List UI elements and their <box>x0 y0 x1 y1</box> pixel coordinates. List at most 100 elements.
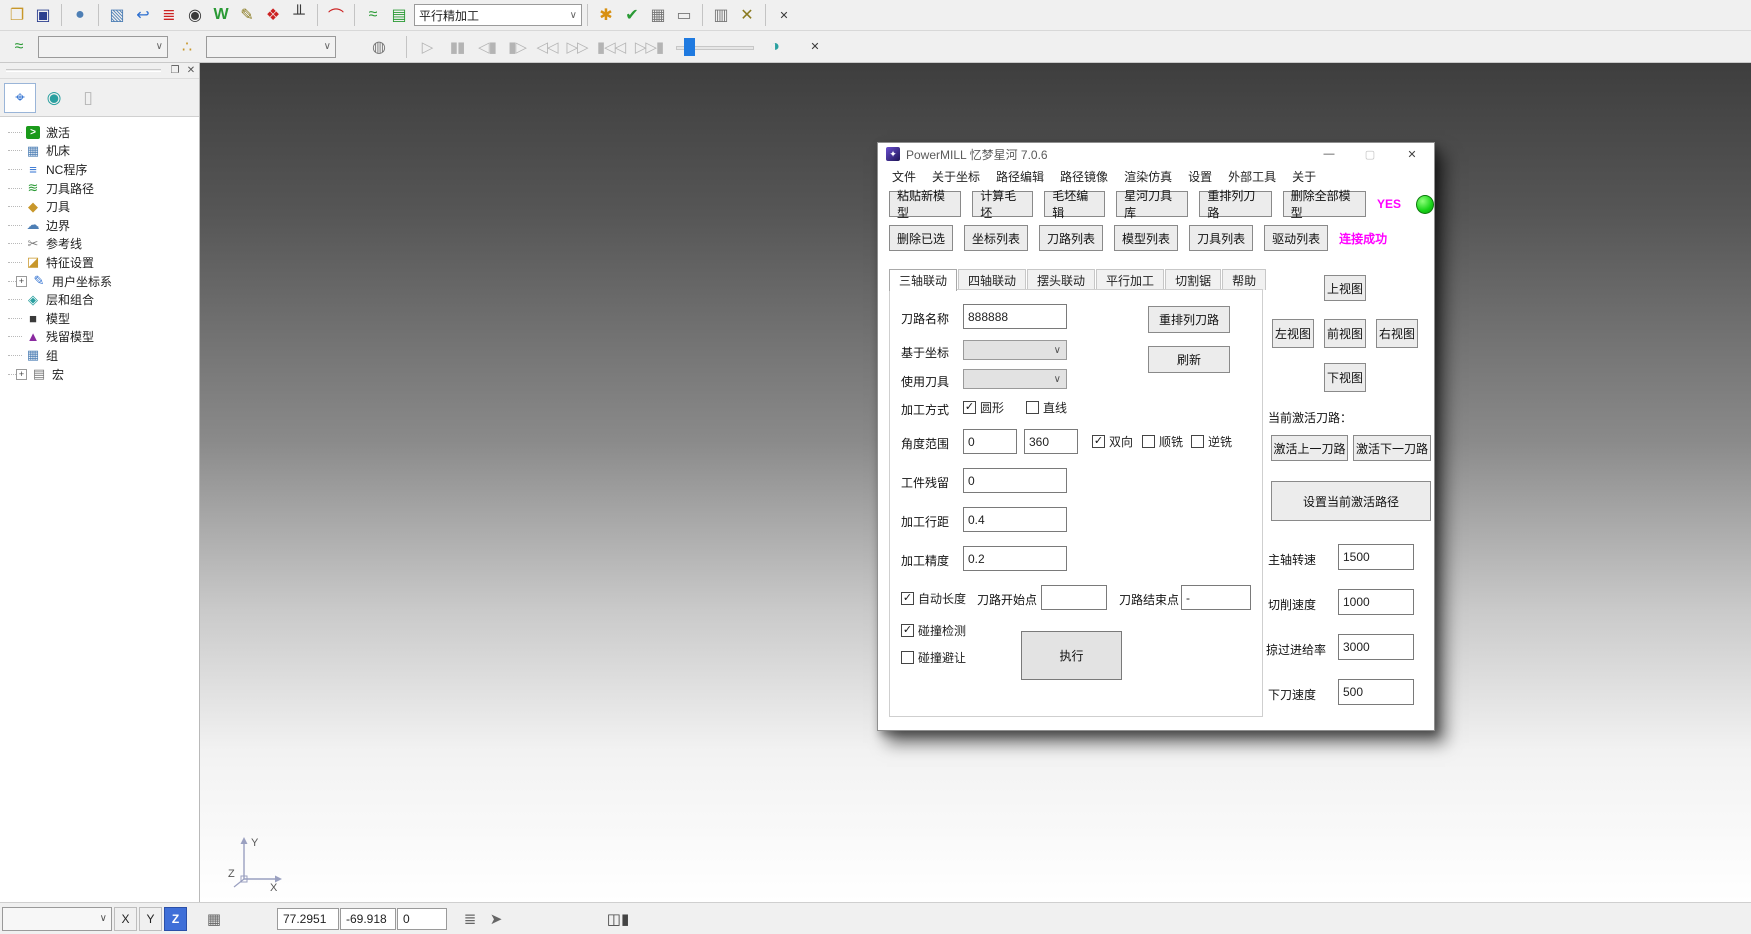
minimize-button[interactable]: — <box>1314 143 1344 165</box>
angle-from-input[interactable]: 0 <box>963 429 1017 454</box>
tab-4axis[interactable]: 四轴联动 <box>958 269 1026 290</box>
menu-about-coords[interactable]: 关于坐标 <box>924 168 988 185</box>
fast-forward-icon[interactable]: ▷▷ <box>562 34 592 60</box>
maximize-button[interactable]: ▢ <box>1355 143 1385 165</box>
transform-swap-icon[interactable]: ✕ <box>734 2 760 28</box>
measure-ruler-icon[interactable]: ▭ <box>671 2 697 28</box>
float-panel-icon[interactable]: ❐ <box>167 65 183 76</box>
dialog-titlebar[interactable]: ✦ PowerMILL 忆梦星河 7.0.6 — ▢ ✕ <box>878 143 1434 165</box>
panel-toggle-icon[interactable]: ◫▮ <box>605 907 631 931</box>
sim-speed-slider[interactable] <box>676 38 754 56</box>
tab-parallel[interactable]: 平行加工 <box>1096 269 1164 290</box>
close-toolbar-icon[interactable]: ✕ <box>771 2 797 28</box>
sim-clock-icon[interactable]: ◑ <box>762 34 788 60</box>
use-tool-select[interactable]: ∨ <box>963 369 1067 389</box>
skim-feed-input[interactable]: 3000 <box>1338 634 1414 660</box>
sim-tool-combo[interactable]: ∨ <box>206 36 336 58</box>
menu-about[interactable]: 关于 <box>1284 168 1324 185</box>
menu-file[interactable]: 文件 <box>884 168 924 185</box>
tab-swivel-head[interactable]: 摆头联动 <box>1027 269 1095 290</box>
climb-mill-checkbox[interactable]: 顺铣 <box>1142 433 1183 450</box>
tab-help[interactable]: 帮助 <box>1222 269 1266 290</box>
cutting-speed-input[interactable]: 1000 <box>1338 589 1414 615</box>
plunge-speed-input[interactable]: 500 <box>1338 679 1414 705</box>
path-start-input[interactable] <box>1041 585 1107 610</box>
circular-checkbox[interactable]: ✓圆形 <box>963 399 1004 416</box>
delete-all-models-button[interactable]: 删除全部模型 <box>1283 191 1366 217</box>
linear-checkbox[interactable]: 直线 <box>1026 399 1067 416</box>
collision-check-checkbox[interactable]: ✓碰撞检测 <box>901 622 966 639</box>
tree-item-nc-programs[interactable]: ≡NC程序 <box>8 160 199 179</box>
calc-stock-button[interactable]: 计算毛坯 <box>972 191 1033 217</box>
pick-pointer-icon[interactable]: ➤ <box>483 907 509 931</box>
tree-item-toolpaths[interactable]: ≋刀具路径 <box>8 179 199 198</box>
coord-z-field[interactable]: 0 <box>397 908 447 930</box>
tool-list-button[interactable]: 刀具列表 <box>1189 225 1253 251</box>
execute-button[interactable]: 执行 <box>1021 631 1122 680</box>
rearrange-toolpaths-button[interactable]: 重排列刀路 <box>1199 191 1271 217</box>
strategy-combo[interactable]: 平行精加工 ∨ <box>414 4 582 26</box>
go-end-icon[interactable]: ▷▷▮ <box>630 34 668 60</box>
toolpath-list-button[interactable]: 刀路列表 <box>1039 225 1103 251</box>
tab-3axis[interactable]: 三轴联动 <box>889 269 957 291</box>
menu-path-mirror[interactable]: 路径镜像 <box>1052 168 1116 185</box>
top-view-button[interactable]: 上视图 <box>1324 275 1366 301</box>
points-icon[interactable]: ❖ <box>260 2 286 28</box>
tree-item-feature-sets[interactable]: ◪特征设置 <box>8 253 199 272</box>
set-active-path-button[interactable]: 设置当前激活路径 <box>1271 481 1431 521</box>
sim-shade-bulb-icon[interactable]: ◍ <box>366 34 392 60</box>
go-start-icon[interactable]: ▮◁◁ <box>592 34 630 60</box>
save-project-icon[interactable]: ▣ <box>30 2 56 28</box>
step-back-icon[interactable]: ◁▮ <box>472 34 502 60</box>
open-project-icon[interactable]: ❐ <box>4 2 30 28</box>
menu-settings[interactable]: 设置 <box>1180 168 1220 185</box>
expand-icon[interactable]: + <box>16 276 27 287</box>
tree-item-stock-models[interactable]: ▲残留模型 <box>8 328 199 347</box>
boundary-icon[interactable]: W <box>208 2 234 28</box>
based-coord-select[interactable]: ∨ <box>963 340 1067 360</box>
tree-item-macros[interactable]: +▤宏 <box>8 365 199 384</box>
tool-library-button[interactable]: 星河刀具库 <box>1116 191 1188 217</box>
auto-length-checkbox[interactable]: ✓自动长度 <box>901 590 966 607</box>
clamp-icon[interactable]: ▥ <box>708 2 734 28</box>
close-panel-icon[interactable]: ✕ <box>183 65 199 76</box>
delete-selected-button[interactable]: 删除已选 <box>889 225 953 251</box>
activate-prev-button[interactable]: 激活上一刀路 <box>1271 435 1348 461</box>
tool-burst-icon[interactable]: ✱ <box>593 2 619 28</box>
coordinate-list-icon[interactable]: ≣ <box>457 907 483 931</box>
workplane-select[interactable]: ∨ <box>2 907 112 931</box>
sim-tools-icon[interactable]: ∴ <box>174 34 200 60</box>
web-tab[interactable]: ◉ <box>38 83 70 113</box>
trash-tab[interactable]: ▯ <box>72 83 104 113</box>
menu-path-edit[interactable]: 路径编辑 <box>988 168 1052 185</box>
menu-render-sim[interactable]: 渲染仿真 <box>1116 168 1180 185</box>
spindle-speed-input[interactable]: 1500 <box>1338 544 1414 570</box>
panel-grip[interactable]: ❐ ✕ <box>0 63 199 79</box>
refresh-button[interactable]: 刷新 <box>1148 346 1230 373</box>
axis-y-button[interactable]: Y <box>139 907 162 931</box>
paste-new-model-button[interactable]: 粘贴新模型 <box>889 191 961 217</box>
coord-list-button[interactable]: 坐标列表 <box>964 225 1028 251</box>
toolpath-coil-icon[interactable]: ≈ <box>360 2 386 28</box>
sim-toolpath-combo[interactable]: ∨ <box>38 36 168 58</box>
right-view-button[interactable]: 右视图 <box>1376 319 1418 348</box>
play-icon[interactable]: ▷ <box>412 34 442 60</box>
rearrange-button[interactable]: 重排列刀路 <box>1148 306 1230 333</box>
tree-item-patterns[interactable]: ✂参考线 <box>8 235 199 254</box>
tree-item-boundaries[interactable]: ☁边界 <box>8 216 199 235</box>
stock-edit-button[interactable]: 毛坯编辑 <box>1044 191 1105 217</box>
toolpath-return-icon[interactable]: ↩ <box>130 2 156 28</box>
block-stock-icon[interactable]: ● <box>67 2 93 28</box>
levels-icon[interactable]: ≣ <box>156 2 182 28</box>
explorer-tree-tab[interactable]: ⌖ <box>4 83 36 113</box>
axis-x-button[interactable]: X <box>114 907 137 931</box>
probe-tool-icon[interactable]: ◉ <box>182 2 208 28</box>
tab-saw[interactable]: 切割锯 <box>1165 269 1221 290</box>
path-end-input[interactable]: - <box>1181 585 1251 610</box>
conventional-mill-checkbox[interactable]: 逆铣 <box>1191 433 1232 450</box>
rewind-icon[interactable]: ◁◁ <box>532 34 562 60</box>
model-cube-icon[interactable]: ▧ <box>104 2 130 28</box>
stepover-input[interactable]: 0.4 <box>963 507 1067 532</box>
sim-toolpath-icon[interactable]: ≈ <box>6 34 32 60</box>
close-button[interactable]: ✕ <box>1397 143 1427 165</box>
